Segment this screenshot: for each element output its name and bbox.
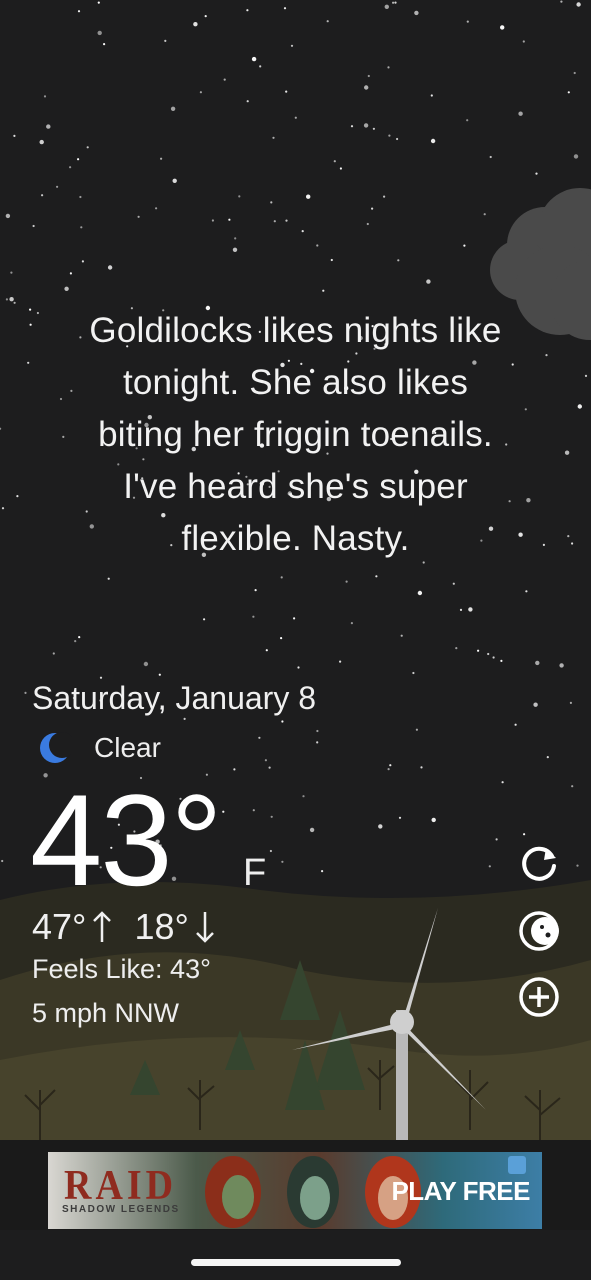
quote-line: tonight. She also likes <box>122 363 469 402</box>
moon-icon <box>40 732 72 763</box>
refresh-icon[interactable] <box>516 840 562 886</box>
wind-text: 5 mph NNW <box>32 998 180 1028</box>
quote-line: biting her friggin toenails. <box>98 415 493 454</box>
quote-line: flexible. Nasty. <box>181 519 410 558</box>
quote-line: Goldilocks likes nights like <box>89 311 502 350</box>
ad-characters-image <box>205 1156 421 1228</box>
feels-like-text: Feels Like: 43° <box>32 954 211 984</box>
moon-phase-icon[interactable] <box>516 908 562 954</box>
ad-brand: RAID <box>64 1162 178 1210</box>
temperature-unit: F <box>243 852 267 894</box>
ad-banner[interactable]: RAID SHADOW LEGENDS PLAY FREE <box>48 1152 542 1229</box>
condition-text: Clear <box>94 732 161 763</box>
ad-cta[interactable]: PLAY FREE <box>391 1176 530 1207</box>
high-low-row: 47° 18° <box>32 906 215 948</box>
weather-quote: Goldilocks likes nights like tonight. Sh… <box>20 305 571 565</box>
ad-choices-icon[interactable] <box>508 1156 526 1174</box>
date-label: Saturday, January 8 <box>32 680 317 716</box>
quote-line: I've heard she's super <box>123 467 468 506</box>
home-indicator[interactable] <box>191 1259 401 1266</box>
condition-row: Clear <box>38 728 161 768</box>
ad-tagline: SHADOW LEGENDS <box>62 1204 180 1215</box>
arrow-up-icon <box>93 911 112 942</box>
current-temperature: 43° <box>30 767 223 913</box>
low-temperature: 18° <box>134 906 189 947</box>
arrow-down-icon <box>196 912 214 943</box>
add-location-icon[interactable] <box>516 974 562 1020</box>
high-temperature: 47° <box>32 906 87 947</box>
